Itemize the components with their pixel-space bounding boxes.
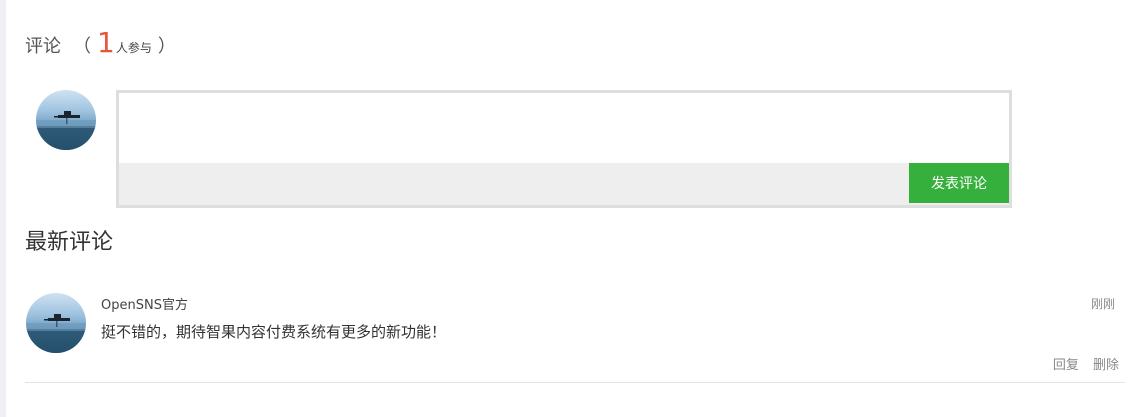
left-edge — [0, 0, 6, 417]
participant-suffix: 人参与 — [115, 41, 152, 55]
comments-header: 评论 （ 1 人参与 ） — [25, 26, 176, 62]
close-paren: ） — [157, 36, 176, 57]
editor-toolbar: 发表评论 — [119, 163, 1009, 205]
comment-divider — [25, 382, 1125, 383]
comment-editor: 发表评论 — [116, 90, 1012, 208]
submit-comment-button[interactable]: 发表评论 — [909, 163, 1009, 203]
comment-author[interactable]: OpenSNS官方 — [101, 294, 188, 313]
open-paren: （ — [73, 36, 91, 57]
avatar-image-icon — [36, 111, 96, 150]
reply-link[interactable]: 回复 — [1053, 358, 1079, 373]
latest-comments-title: 最新评论 — [25, 230, 114, 255]
current-user-avatar[interactable] — [36, 90, 96, 150]
participant-count: 1 — [97, 26, 115, 59]
comment-time: 刚刚 — [1090, 297, 1115, 311]
commenter-avatar[interactable] — [26, 293, 86, 353]
comment-input[interactable] — [119, 93, 1009, 163]
comment-section: 评论 （ 1 人参与 ） 发表评论 最新评论 OpenSNS官方 挺不错的，期待… — [25, 0, 1125, 417]
comment-actions: 回复 删除 — [1043, 354, 1119, 373]
comment-text: 挺不错的，期待智果内容付费系统有更多的新功能！ — [101, 323, 447, 341]
delete-link[interactable]: 删除 — [1093, 358, 1119, 373]
avatar-image-icon — [26, 314, 86, 353]
comments-title: 评论 — [25, 36, 61, 57]
